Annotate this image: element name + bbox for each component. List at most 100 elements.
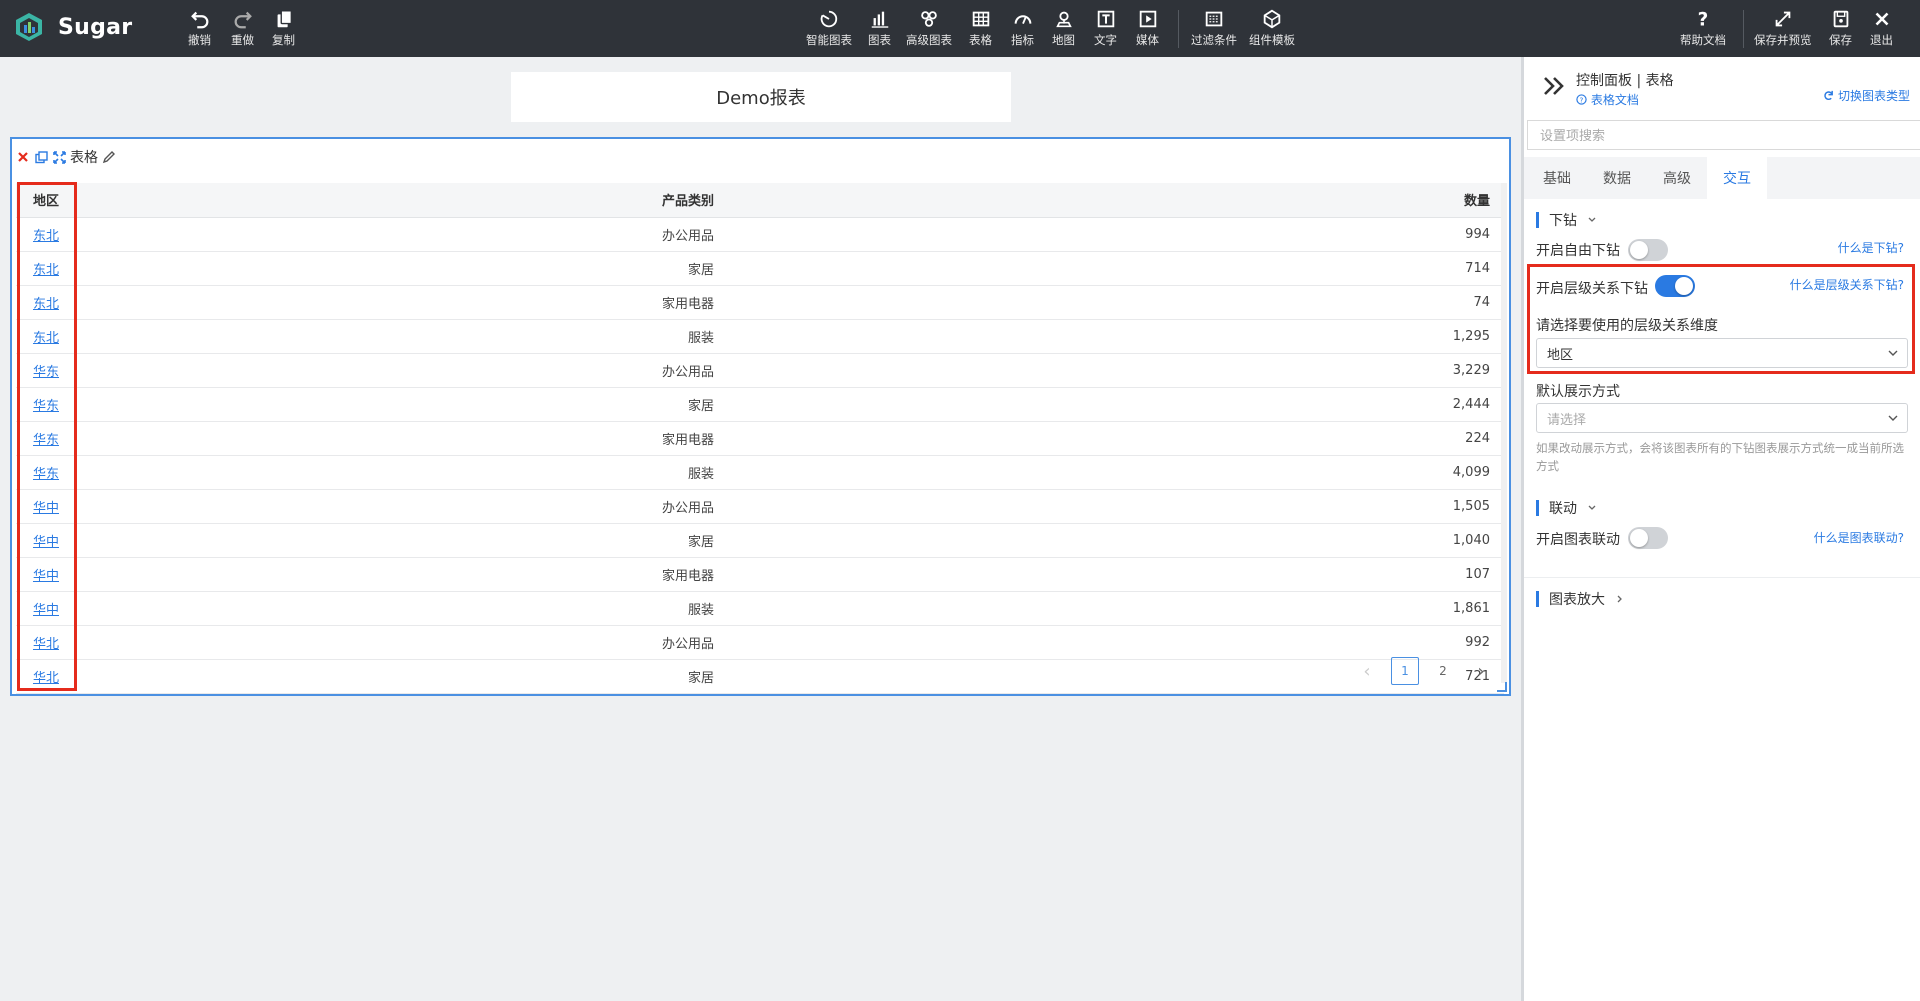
free-drill-toggle[interactable] [1628, 239, 1668, 261]
tab-data[interactable]: 数据 [1587, 157, 1647, 199]
region-drill-link[interactable]: 华中 [33, 569, 59, 584]
save-button[interactable]: 保存 [1829, 8, 1852, 48]
hierarchy-drill-toggle[interactable] [1655, 275, 1695, 297]
text-icon [1097, 10, 1114, 28]
chevron-right-icon [1617, 595, 1622, 603]
table-row: 华中 家居 1,040 [16, 523, 1504, 558]
table-icon [972, 11, 989, 27]
region-drill-link[interactable]: 华东 [33, 365, 59, 380]
hierarchy-dimension-value: 地区 [1547, 347, 1574, 363]
region-drill-link[interactable]: 华中 [33, 603, 59, 618]
redo-label: 重做 [231, 33, 254, 47]
category-cell: 家居 [76, 251, 1204, 286]
default-display-select[interactable]: 请选择 [1536, 403, 1908, 433]
column-header-category[interactable]: 产品类别 [76, 183, 1204, 218]
tab-interaction[interactable]: 交互 [1707, 157, 1767, 199]
region-cell: 华中 [16, 591, 76, 626]
region-drill-link[interactable]: 华北 [33, 637, 59, 652]
copy-icon [277, 10, 292, 28]
free-drill-help-link[interactable]: 什么是下钻? [1838, 239, 1904, 256]
section-marker [1536, 212, 1539, 228]
save-icon [1833, 10, 1848, 28]
help-doc-label: 帮助文档 [1680, 33, 1726, 47]
switch-chart-type-link[interactable]: 切换图表类型 [1823, 87, 1910, 104]
app-name: Sugar [58, 14, 133, 40]
edit-pencil-icon[interactable] [102, 150, 116, 164]
text-button[interactable]: 文字 [1094, 8, 1117, 48]
quantity-cell: 1,040 [1204, 523, 1504, 558]
table-doc-link[interactable]: ? 表格文档 [1576, 91, 1639, 108]
table-row: 华中 办公用品 1,505 [16, 489, 1504, 524]
next-page-button[interactable]: › [1467, 657, 1495, 685]
toolbar-divider [1743, 10, 1744, 48]
widget-title: 表格 [70, 150, 98, 166]
column-header-quantity[interactable]: 数量 [1204, 183, 1504, 218]
chart-linkage-help-link[interactable]: 什么是图表联动? [1814, 529, 1904, 546]
expand-icon [1775, 11, 1791, 27]
exit-button[interactable]: 退出 [1870, 8, 1893, 48]
table-scrollbar[interactable] [1501, 183, 1507, 683]
redo-button[interactable]: 重做 [231, 8, 254, 48]
category-cell: 服装 [76, 319, 1204, 354]
region-drill-link[interactable]: 东北 [33, 331, 59, 346]
map-label: 地图 [1052, 33, 1075, 47]
region-cell: 华北 [16, 625, 76, 660]
undo-button[interactable]: 撤销 [188, 8, 211, 48]
region-drill-link[interactable]: 华中 [33, 535, 59, 550]
table-label: 表格 [969, 33, 992, 47]
drill-section-header[interactable]: 下钻 [1536, 210, 1597, 230]
panel-header: 控制面板 | 表格 ? 表格文档 切换图表类型 [1542, 69, 1912, 109]
report-title-text: Demo报表 [716, 88, 806, 109]
tab-basic[interactable]: 基础 [1527, 157, 1587, 199]
fullscreen-icon[interactable] [52, 150, 66, 164]
help-doc-button[interactable]: ? 帮助文档 [1680, 8, 1726, 48]
chevron-down-icon [1888, 415, 1898, 421]
map-pin-icon [1055, 11, 1072, 28]
chart-button[interactable]: 图表 [868, 8, 891, 48]
close-icon [1875, 12, 1888, 26]
page-2-button[interactable]: 2 [1429, 657, 1457, 685]
region-cell: 华中 [16, 557, 76, 592]
tab-advanced[interactable]: 高级 [1647, 157, 1707, 199]
region-drill-link[interactable]: 华中 [33, 501, 59, 516]
smart-chart-button[interactable]: 智能图表 [806, 8, 852, 48]
zoom-section-header[interactable]: 图表放大 [1536, 589, 1625, 609]
collapse-double-chevron-icon[interactable] [1542, 75, 1566, 97]
save-preview-button[interactable]: 保存并预览 [1754, 8, 1812, 48]
linkage-section-header[interactable]: 联动 [1536, 498, 1597, 518]
table-header-row: 地区 产品类别 数量 [16, 183, 1504, 218]
filter-button[interactable]: 过滤条件 [1191, 8, 1237, 48]
quantity-cell: 3,229 [1204, 353, 1504, 388]
report-title[interactable]: Demo报表 [511, 72, 1011, 122]
copy-button[interactable]: 复制 [272, 8, 295, 48]
table-button[interactable]: 表格 [969, 8, 992, 48]
chart-linkage-toggle[interactable] [1628, 527, 1668, 549]
hierarchy-dimension-select[interactable]: 地区 [1536, 338, 1908, 368]
region-drill-link[interactable]: 华东 [33, 467, 59, 482]
chart-label: 图表 [868, 33, 891, 47]
region-cell: 华东 [16, 421, 76, 456]
hierarchy-drill-help-link[interactable]: 什么是层级关系下钻? [1790, 276, 1904, 293]
resize-handle[interactable] [1497, 682, 1507, 692]
region-drill-link[interactable]: 华东 [33, 399, 59, 414]
chevron-down-icon [1588, 505, 1596, 510]
region-drill-link[interactable]: 东北 [33, 263, 59, 278]
region-drill-link[interactable]: 东北 [33, 297, 59, 312]
map-button[interactable]: 地图 [1052, 8, 1075, 48]
media-button[interactable]: 媒体 [1136, 8, 1159, 48]
region-drill-link[interactable]: 东北 [33, 229, 59, 244]
delete-icon[interactable] [16, 150, 30, 164]
component-template-button[interactable]: 组件模板 [1249, 8, 1295, 48]
region-drill-link[interactable]: 华东 [33, 433, 59, 448]
advanced-chart-button[interactable]: 高级图表 [906, 8, 952, 48]
table-widget[interactable]: 表格 地区 产品类别 数量 东北 办公用品 994 东北 家居 714 东北 家用电器 74 东北… [10, 137, 1511, 696]
duplicate-icon[interactable] [34, 150, 48, 164]
page-1-button[interactable]: 1 [1391, 657, 1419, 685]
advanced-chart-label: 高级图表 [906, 33, 952, 47]
sugar-logo-icon [16, 13, 42, 41]
region-drill-link[interactable]: 华北 [33, 671, 59, 686]
settings-search-input[interactable] [1527, 120, 1920, 150]
prev-page-button[interactable]: ‹ [1353, 657, 1381, 685]
indicator-button[interactable]: 指标 [1011, 8, 1034, 48]
column-header-region[interactable]: 地区 [16, 183, 76, 218]
